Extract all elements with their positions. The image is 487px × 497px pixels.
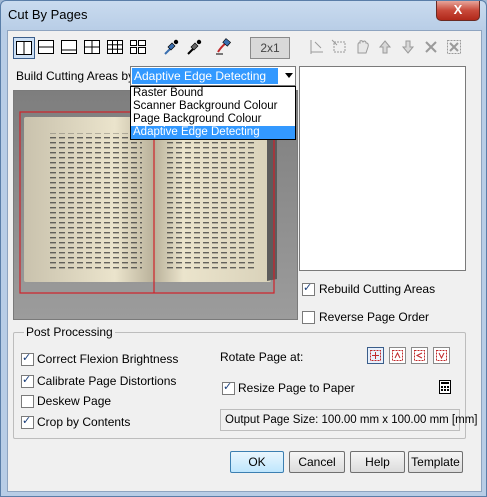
chevron-down-icon[interactable] [285,73,293,78]
build-method-select[interactable]: Adaptive Edge Detecting [130,66,296,86]
post-processing-title: Post Processing [24,325,115,339]
bottom-strip-icon [61,40,77,54]
ok-button[interactable]: OK [230,451,284,473]
title-bar[interactable]: Cut By Pages X [1,1,486,29]
correct-flexion-brightness-label: Correct Flexion Brightness [37,352,179,366]
option-raster-bound[interactable]: Raster Bound [131,87,295,100]
eyedropper-background-button[interactable] [184,37,206,59]
rotate-90-button[interactable] [389,347,406,364]
build-method-dropdown: Raster Bound Scanner Background Colour P… [130,86,296,140]
build-method-value: Adaptive Edge Detecting [132,68,278,84]
calibrate-page-distortions-checkbox[interactable] [21,373,34,388]
eyedropper-icon [164,39,179,55]
arrow-up-icon [378,40,392,54]
nine-grid-icon [107,40,123,54]
move-down-button[interactable] [398,37,420,59]
reverse-page-order-label: Reverse Page Order [319,310,430,324]
deskew-page-label: Deskew Page [37,394,112,408]
correct-flexion-brightness-checkbox[interactable] [21,351,34,366]
layout-four-grid-button[interactable] [82,37,104,59]
hand-icon [357,40,369,54]
calculator-icon [439,380,451,394]
select-area-icon [331,39,346,53]
rotate-none-button[interactable] [367,347,384,364]
add-cut-line-button[interactable] [306,37,328,59]
option-page-background[interactable]: Page Background Colour [131,113,295,126]
two-rows-icon [38,40,54,54]
layout-nine-grid-button[interactable] [105,37,127,59]
crop-by-contents-checkbox[interactable] [21,414,34,429]
paper-size-button[interactable] [436,378,454,396]
four-grid-icon [84,40,100,54]
move-up-button[interactable] [375,37,397,59]
delete-area-button[interactable] [421,37,443,59]
brush-tool-button[interactable] [213,37,235,59]
rotate-270-button[interactable] [433,347,450,364]
cutting-areas-list[interactable] [299,66,466,271]
rotate-none-icon [370,350,381,361]
help-button[interactable]: Help [350,451,405,473]
dialog-client: 2x1 Build Cutting Areas by: Adaptive Edg… [7,30,482,492]
window-title: Cut By Pages [8,7,88,22]
select-area-button[interactable] [329,37,351,59]
brush-icon [216,38,232,55]
resize-page-to-paper-label: Resize Page to Paper [238,381,355,395]
rotate-180-icon [414,350,425,361]
crop-by-contents-label: Crop by Contents [37,415,131,429]
pan-hand-button[interactable] [352,37,374,59]
delete-all-button[interactable] [444,37,466,59]
delete-icon [425,41,437,53]
layout-two-columns-button[interactable] [13,37,35,59]
option-adaptive-edge[interactable]: Adaptive Edge Detecting [131,126,295,139]
layout-mixed-button[interactable] [128,37,150,59]
add-line-icon [310,40,323,54]
build-cutting-areas-label: Build Cutting Areas by: [16,69,138,83]
rebuild-cutting-areas-checkbox[interactable] [302,281,315,296]
cut-by-pages-dialog: Cut By Pages X 2x1 Build Cutting Areas b… [0,0,487,497]
rotate-page-label: Rotate Page at: [220,350,304,364]
ratio-button[interactable]: 2x1 [250,37,290,59]
rebuild-cutting-areas-label: Rebuild Cutting Areas [319,282,436,296]
layout-bottom-strip-button[interactable] [59,37,81,59]
reverse-page-order-checkbox[interactable] [302,311,315,324]
option-scanner-background[interactable]: Scanner Background Colour [131,100,295,113]
output-page-size: Output Page Size: 100.00 mm x 100.00 mm … [220,409,477,431]
deskew-page-checkbox[interactable] [21,395,34,408]
resize-page-to-paper-checkbox[interactable] [222,380,235,395]
close-button[interactable]: X [436,1,480,21]
two-columns-icon [16,41,32,55]
eyedropper-tool-button[interactable] [161,37,183,59]
template-button[interactable]: Template [408,451,463,473]
eyedropper-icon [187,39,202,55]
rotate-90-icon [392,350,403,361]
arrow-down-icon [401,40,415,54]
rotate-180-button[interactable] [411,347,428,364]
layout-two-rows-button[interactable] [36,37,58,59]
cancel-button[interactable]: Cancel [289,451,345,473]
calibrate-page-distortions-label: Calibrate Page Distortions [37,374,177,388]
rotate-270-icon [436,350,447,361]
delete-all-icon [447,40,461,54]
mixed-layout-icon [130,40,146,54]
